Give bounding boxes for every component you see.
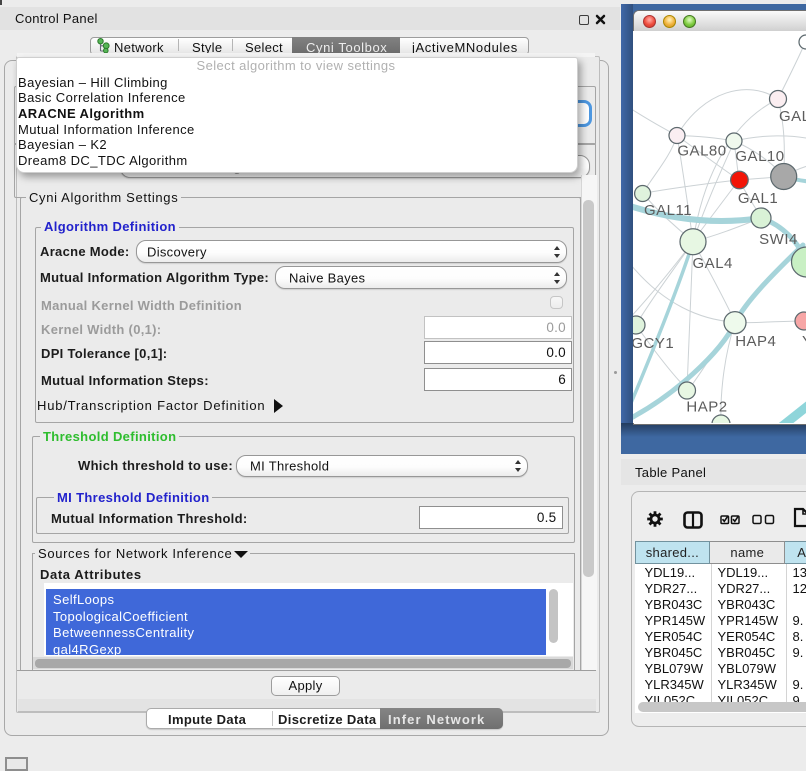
svg-text:GAL: GAL: [779, 108, 806, 125]
svg-text:GAL11: GAL11: [644, 202, 692, 219]
svg-text:HAP2: HAP2: [686, 399, 727, 416]
svg-text:GAL10: GAL10: [735, 148, 784, 165]
svg-text:GAL1: GAL1: [738, 190, 778, 207]
svg-text:GCY1: GCY1: [633, 335, 674, 352]
svg-text:GAL80: GAL80: [677, 143, 726, 160]
svg-text:GAL4: GAL4: [693, 255, 733, 272]
svg-text:HAP4: HAP4: [735, 333, 776, 350]
svg-text:SWI4: SWI4: [759, 231, 798, 248]
svg-text:Y: Y: [802, 333, 806, 350]
